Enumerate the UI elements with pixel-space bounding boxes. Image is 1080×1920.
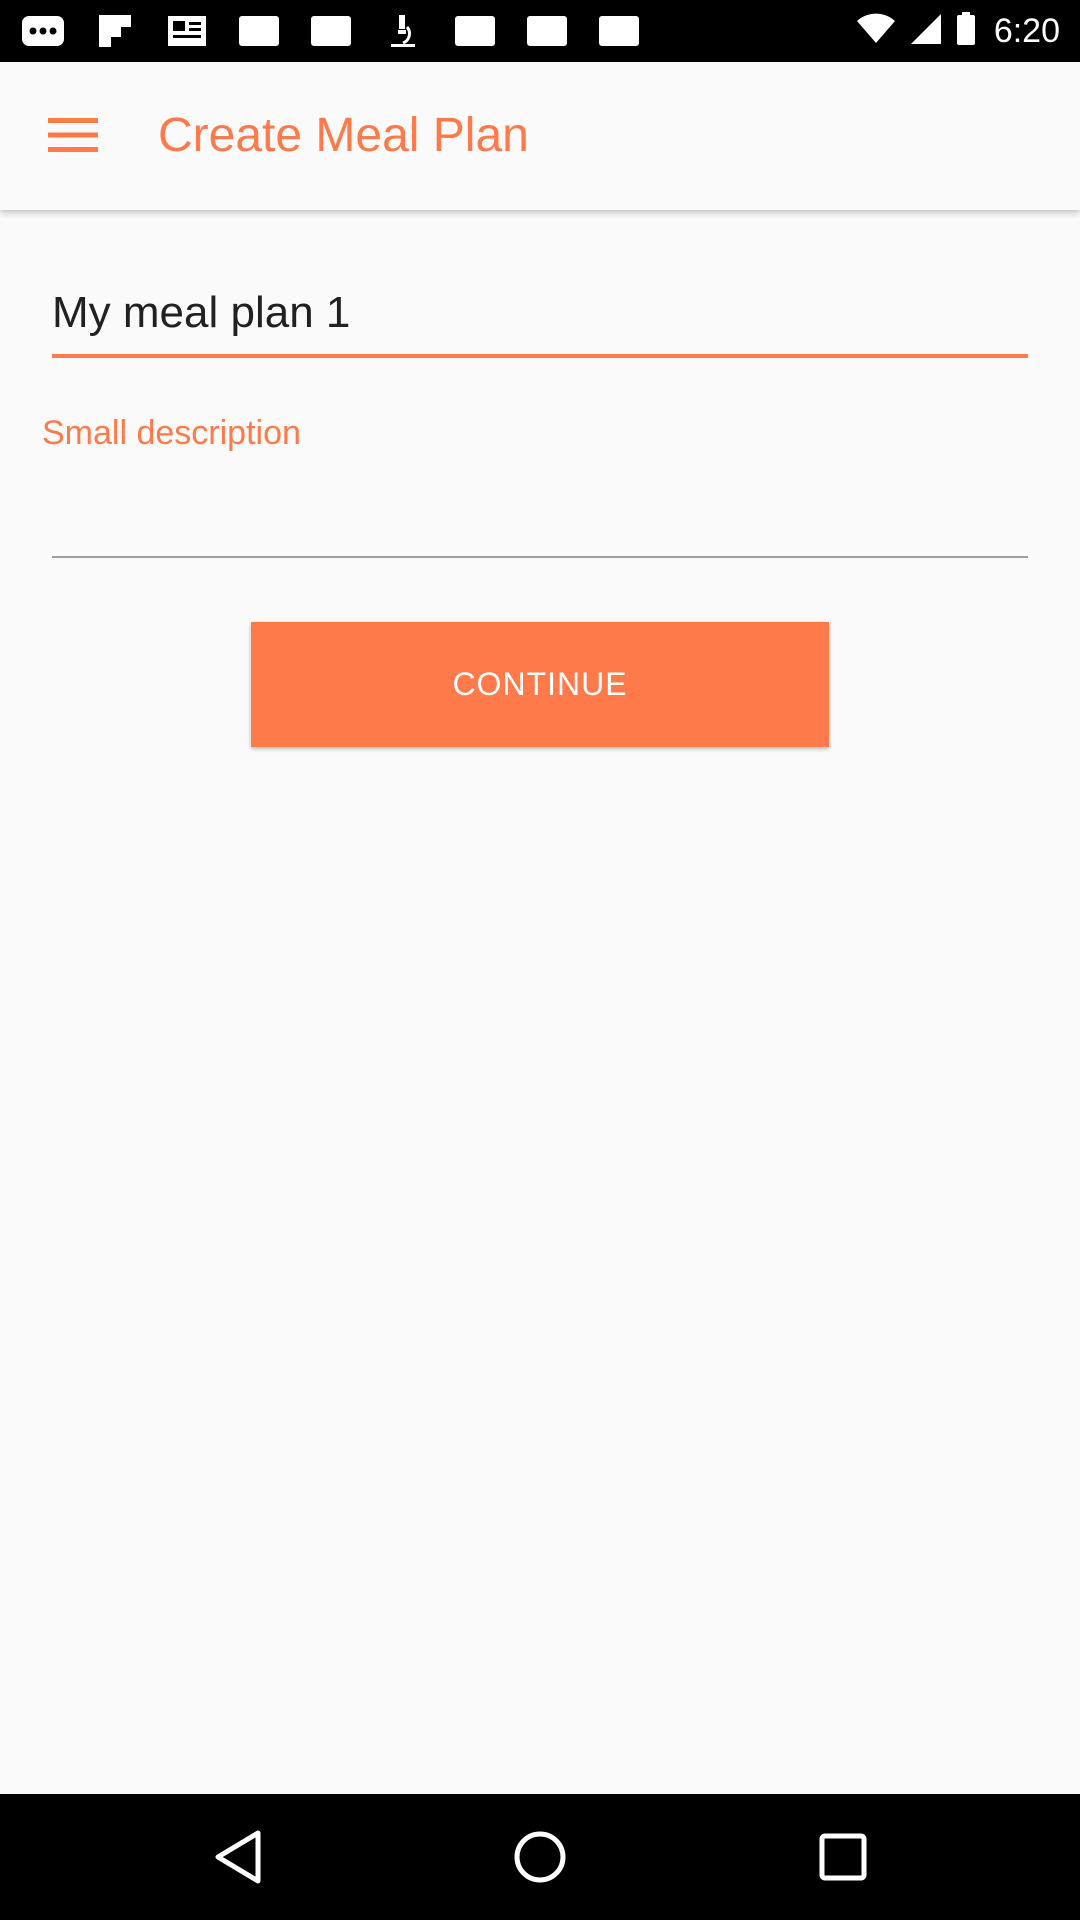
description-input[interactable] [52, 486, 1028, 558]
continue-button[interactable]: CONTINUE [251, 622, 829, 747]
notification-icons [20, 13, 668, 49]
square-icon [236, 13, 282, 49]
page-title: Create Meal Plan [158, 109, 529, 162]
square-icon [596, 13, 642, 49]
square-icon [308, 13, 354, 49]
back-icon[interactable] [198, 1817, 278, 1897]
screen: 6:20 Create Meal Plan Small description … [0, 0, 1080, 1920]
status-bar: 6:20 [0, 0, 1080, 62]
square-icon [452, 13, 498, 49]
system-status-icons: 6:20 [856, 0, 1060, 62]
flipboard-icon [92, 13, 138, 49]
more-dots-icon [20, 13, 66, 49]
battery-icon [956, 11, 976, 51]
recents-icon[interactable] [803, 1817, 883, 1897]
hamburger-menu-icon[interactable] [36, 98, 110, 172]
app-bar: Create Meal Plan [0, 62, 1080, 210]
status-time: 6:20 [993, 11, 1060, 50]
home-icon[interactable] [500, 1817, 580, 1897]
microscope-icon [380, 13, 426, 49]
meal-plan-name-input[interactable] [52, 272, 1028, 358]
wifi-icon [856, 13, 896, 50]
square-icon [524, 13, 570, 49]
description-label: Small description [42, 414, 301, 452]
navigation-bar [0, 1794, 1080, 1920]
news-icon [164, 13, 210, 49]
cellular-signal-icon [910, 13, 942, 50]
